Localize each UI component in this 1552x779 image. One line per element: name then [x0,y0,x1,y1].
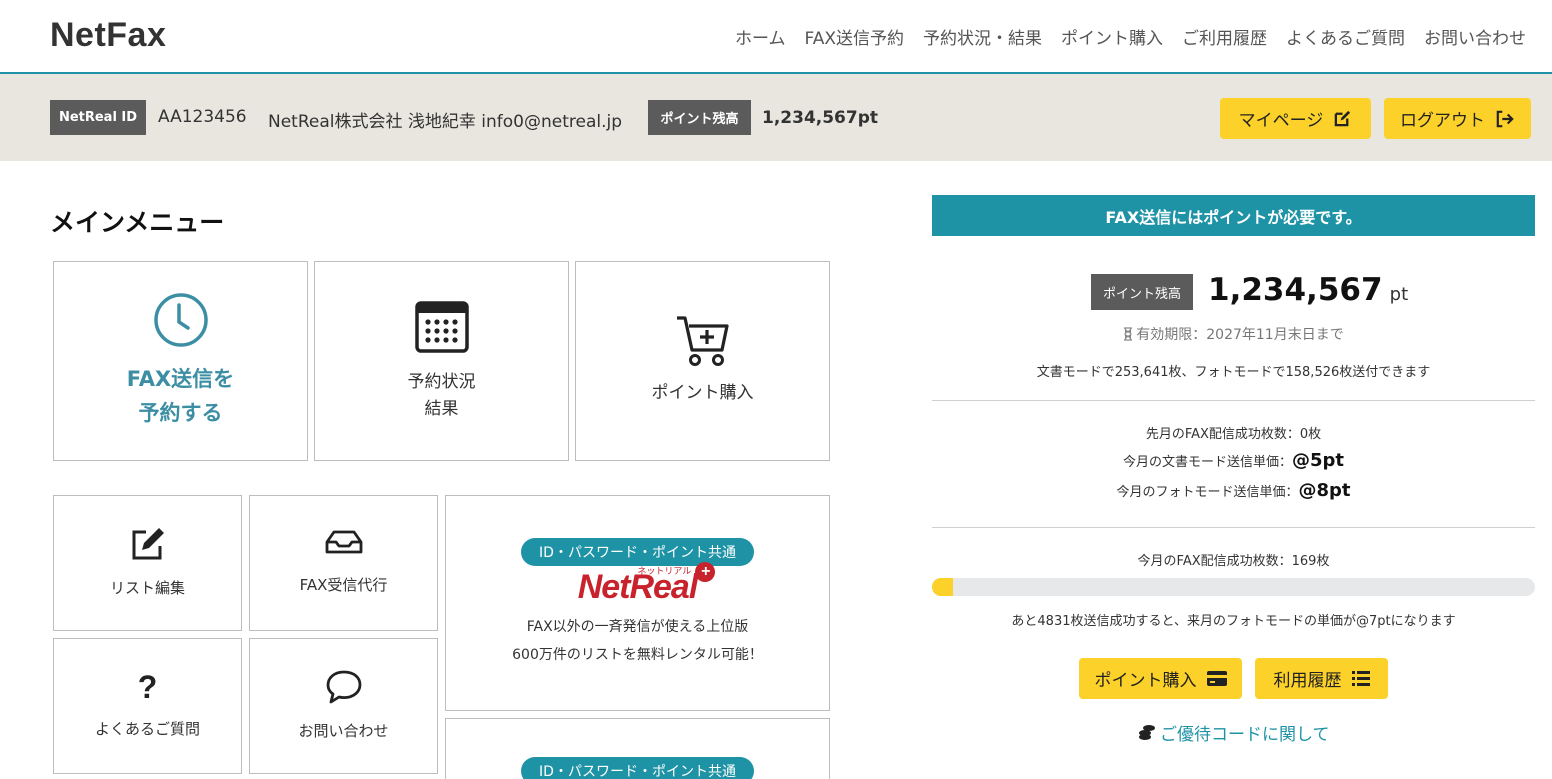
promo-description: FAX以外の一斉発信が使える上位版 600万件のリストを無料レンタル可能！ [512,613,763,669]
account-id: AA123456 [158,107,247,127]
nav-status-results[interactable]: 予約状況・結果 [923,24,1042,49]
mypage-button[interactable]: マイページ [1220,98,1371,139]
points-label-badge: ポイント残高 [648,100,751,135]
card-label: よくあるご質問 [94,720,200,738]
promo-line-2: 600万件のリストを無料レンタル可能！ [512,646,763,663]
points-unit: pt [1389,284,1409,305]
doc-mode-price: 今月の文書モード送信単価：@5pt [932,450,1535,471]
logout-label: ログアウト [1400,111,1485,131]
site-header: NetFax ホーム FAX送信予約 予約状況・結果 ポイント購入 ご利用履歴 … [0,0,1552,74]
card-label: リスト編集 [109,579,185,597]
panel-divider [932,527,1535,528]
nav-faq[interactable]: よくあるご質問 [1286,24,1405,49]
menu-card-status-results[interactable]: 予約状況 結果 [314,261,569,461]
progress-fill [932,578,953,596]
usage-history-button[interactable]: 利用履歴 [1255,658,1388,699]
expiry-info: 有効期限：2027年11月末日まで [932,324,1535,344]
card-label: お問い合わせ [298,722,389,740]
nav-home[interactable]: ホーム [735,24,786,49]
plus-icon: + [695,561,716,582]
doc-price-value: @5pt [1292,450,1345,471]
menu-card-fax-reserve[interactable]: FAX送信を 予約する [53,261,308,461]
netreal-ruby: ネットリアル [637,565,692,576]
card-label: FAX受信代行 [299,576,388,594]
main-nav: ホーム FAX送信予約 予約状況・結果 ポイント購入 ご利用履歴 よくあるご質問… [735,24,1526,49]
account-user-info: NetReal株式会社 浅地紀幸 info0@netreal.jp [268,112,623,132]
photo-price-value: @8pt [1298,480,1351,501]
send-capacity: 文書モードで253,641枚、フォトモードで158,526枚送付できます [1036,365,1431,380]
mypage-label: マイページ [1238,111,1324,131]
edit-icon [1333,109,1352,128]
usage-history-label: 利用履歴 [1273,671,1342,691]
menu-card-list-edit[interactable]: リスト編集 [53,495,242,631]
clock-icon [152,291,210,349]
shared-account-pill: ID・パスワード・ポイント共通 [521,537,754,566]
nav-fax-reserve[interactable]: FAX送信予約 [805,24,905,49]
nav-buy-points[interactable]: ポイント購入 [1061,24,1163,49]
coupon-code-link[interactable]: ご優待コードに関して [1138,720,1330,745]
photo-price-label: 今月のフォトモード送信単価： [1116,485,1299,500]
id-label-badge: NetReal ID [50,100,146,135]
card-label: ポイント購入 [651,383,754,404]
edit-icon [130,526,166,562]
panel-points-balance: 1,234,567 pt [1208,272,1408,308]
doc-price-label: 今月の文書モード送信単価： [1122,455,1292,470]
menu-card-contact[interactable]: お問い合わせ [249,638,438,774]
main-menu-title: メインメニュー [50,208,225,237]
account-bar: NetReal ID AA123456 NetReal株式会社 浅地紀幸 inf… [0,74,1552,161]
last-month-success: 先月のFAX配信成功枚数：0枚 [1145,427,1322,442]
menu-card-faq[interactable]: ? よくあるご質問 [53,638,242,774]
question-icon: ? [137,669,158,705]
credit-card-icon [1206,671,1227,686]
buy-points-button[interactable]: ポイント購入 [1079,658,1242,699]
netreal-promo-card[interactable]: ID・パスワード・ポイント共通 NetReal + ネットリアル FAX以外の一斉… [445,495,830,711]
promo-line-1: FAX以外の一斉発信が使える上位版 [526,618,749,635]
buy-points-label: ポイント購入 [1094,671,1197,691]
menu-card-fax-receive[interactable]: FAX受信代行 [249,495,438,631]
card-label: 予約状況 結果 [407,371,476,419]
points-required-banner: FAX送信にはポイントが必要です。 [932,195,1535,236]
coins-icon [1138,724,1156,742]
inbox-icon [325,529,363,555]
calendar-icon [414,299,470,355]
shared-account-pill: ID・パスワード・ポイント共通 [521,757,754,779]
photo-mode-price: 今月のフォトモード送信単価：@8pt [932,480,1535,501]
hourglass-icon [1123,327,1133,341]
promo-card-2[interactable]: ID・パスワード・ポイント共通 [445,718,830,779]
nav-contact[interactable]: お問い合わせ [1424,24,1526,49]
panel-divider [932,400,1535,401]
expiry-text: 有効期限：2027年11月末日まで [1136,327,1344,343]
cart-plus-icon [675,314,731,368]
success-progress-bar [932,578,1535,596]
this-month-success: 今月のFAX配信成功枚数：169枚 [1137,554,1330,569]
progress-note: あと4831枚送信成功すると、来月のフォトモードの単価が@7ptになります [1011,614,1456,629]
list-icon [1351,671,1370,686]
coupon-link-text: ご優待コードに関して [1160,725,1330,745]
site-logo[interactable]: NetFax [50,16,166,55]
nav-usage-history[interactable]: ご利用履歴 [1182,24,1267,49]
logout-button[interactable]: ログアウト [1384,98,1531,139]
netreal-logo: NetReal + ネットリアル [578,561,716,607]
logout-icon [1495,110,1515,128]
chat-bubble-icon [325,669,363,705]
menu-card-buy-points[interactable]: ポイント購入 [575,261,830,461]
account-points: 1,234,567pt [762,108,879,128]
card-label: FAX送信を 予約する [126,367,235,425]
panel-points-label: ポイント残高 [1091,274,1193,310]
points-value: 1,234,567 [1208,272,1383,308]
